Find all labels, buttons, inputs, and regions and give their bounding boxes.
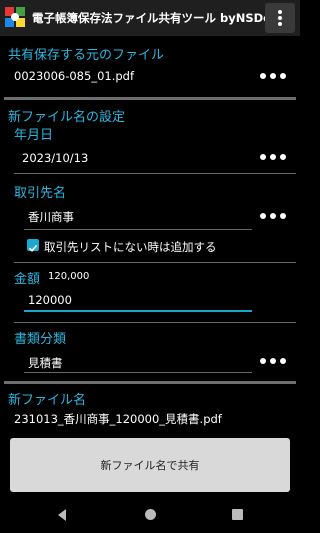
app-logo-icon xyxy=(5,7,25,27)
overflow-dot-icon xyxy=(278,10,282,14)
newname-settings-heading: 新ファイル名の設定 xyxy=(8,110,126,125)
check-icon xyxy=(28,244,38,252)
dot-icon xyxy=(280,213,286,219)
home-icon[interactable] xyxy=(145,509,156,520)
dot-icon xyxy=(280,73,286,79)
app-titlebar: 電子帳簿保存法ファイル共有ツール byNSDev xyxy=(0,0,300,36)
dot-icon xyxy=(260,73,266,79)
add-client-checkbox-label: 取引先リストにない時は追加する xyxy=(44,240,217,254)
dot-icon xyxy=(270,73,276,79)
new-filename-heading: 新ファイル名 xyxy=(8,393,87,408)
section-line xyxy=(14,262,296,263)
doctype-select-button[interactable] xyxy=(260,356,286,366)
dot-icon xyxy=(260,213,266,219)
app-title: 電子帳簿保存法ファイル共有ツール byNSDev xyxy=(32,11,279,25)
source-more-button[interactable] xyxy=(260,71,286,81)
dot-icon xyxy=(270,213,276,219)
share-with-new-name-button[interactable]: 新ファイル名で共有 xyxy=(10,438,290,492)
dot-icon xyxy=(280,154,286,160)
source-filename: 0023006-085_01.pdf xyxy=(14,69,135,83)
new-filename-value: 231013_香川商事_120000_見積書.pdf xyxy=(14,412,222,426)
amount-input-underline xyxy=(24,310,252,312)
amount-display: 120,000 xyxy=(48,271,90,282)
client-select-button[interactable] xyxy=(260,211,286,221)
section-line xyxy=(14,173,296,174)
client-value[interactable]: 香川商事 xyxy=(28,209,74,225)
section-line xyxy=(14,322,296,323)
system-navbar xyxy=(0,497,300,533)
back-icon[interactable] xyxy=(58,509,66,521)
dot-icon xyxy=(270,154,276,160)
doctype-input-underline xyxy=(24,372,252,373)
source-file-heading: 共有保存する元のファイル xyxy=(8,48,165,63)
section-divider xyxy=(4,381,296,384)
dot-icon xyxy=(260,154,266,160)
doctype-label: 書類分類 xyxy=(14,332,67,347)
client-input-underline xyxy=(24,229,252,230)
add-client-checkbox[interactable] xyxy=(27,239,39,252)
recents-icon[interactable] xyxy=(232,509,243,520)
doctype-value[interactable]: 見積書 xyxy=(28,355,63,371)
dot-icon xyxy=(270,358,276,364)
date-value[interactable]: 2023/10/13 xyxy=(22,151,88,165)
overflow-dot-icon xyxy=(278,22,282,26)
amount-input[interactable]: 120000 xyxy=(28,293,72,307)
date-picker-button[interactable] xyxy=(260,152,286,162)
overflow-dot-icon xyxy=(278,16,282,20)
dot-icon xyxy=(260,358,266,364)
amount-label: 金額 xyxy=(14,272,41,287)
date-label: 年月日 xyxy=(14,128,54,143)
section-divider xyxy=(4,97,296,100)
dot-icon xyxy=(280,358,286,364)
client-label: 取引先名 xyxy=(14,186,67,201)
overflow-menu-button[interactable] xyxy=(265,3,295,33)
